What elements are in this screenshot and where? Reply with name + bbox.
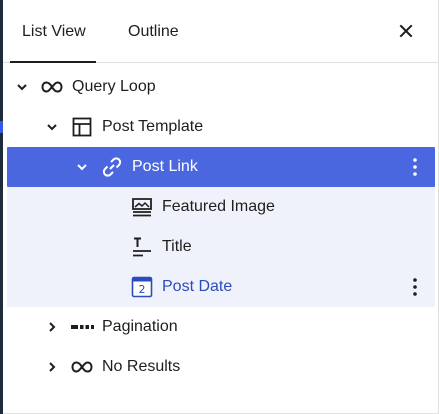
tab-outline[interactable]: Outline: [128, 0, 179, 62]
calendar-day: 2: [138, 283, 146, 296]
tree-item-label: Query Loop: [72, 78, 156, 95]
more-options-button[interactable]: [407, 275, 423, 299]
title-icon: [130, 235, 154, 259]
chevron-down-icon[interactable]: [15, 80, 29, 94]
panel-tabs: List View Outline: [3, 0, 438, 63]
chevron-down-icon[interactable]: [75, 160, 89, 174]
chevron-down-icon[interactable]: [45, 120, 59, 134]
close-button[interactable]: [394, 19, 418, 43]
loop-icon: [40, 75, 64, 99]
editor-edge-accent: [0, 121, 3, 133]
chevron-right-icon[interactable]: [45, 360, 59, 374]
tree-item-featured-image[interactable]: Featured Image: [7, 187, 435, 227]
tree-item-label: Post Link: [132, 158, 198, 175]
tree-item-title[interactable]: Title: [7, 227, 435, 267]
tree-item-label: Title: [162, 238, 192, 255]
image-icon: [130, 195, 154, 219]
pagination-icon: [70, 315, 94, 339]
chevron-right-icon[interactable]: [45, 320, 59, 334]
layout-icon: [70, 115, 94, 139]
tree-item-post-template[interactable]: Post Template: [7, 107, 435, 147]
tree-item-label: Post Template: [102, 118, 204, 135]
tree-item-post-date[interactable]: 2 Post Date: [7, 267, 435, 307]
more-options-button[interactable]: [407, 155, 423, 179]
close-icon: [399, 24, 413, 38]
tree-item-no-results[interactable]: No Results: [7, 347, 435, 387]
tree-item-label: Pagination: [102, 318, 178, 335]
more-vertical-icon: [413, 278, 417, 296]
tab-list-view[interactable]: List View: [10, 0, 96, 63]
tree-item-label: Featured Image: [162, 198, 275, 215]
tree-item-pagination[interactable]: Pagination: [7, 307, 435, 347]
tree-item-query-loop[interactable]: Query Loop: [7, 67, 435, 107]
more-vertical-icon: [413, 158, 417, 176]
tree-item-post-link[interactable]: Post Link: [7, 147, 435, 187]
link-icon: [100, 155, 124, 179]
tree-item-label: No Results: [102, 358, 181, 375]
tree-item-label: Post Date: [162, 278, 233, 295]
loop-icon: [70, 355, 94, 379]
